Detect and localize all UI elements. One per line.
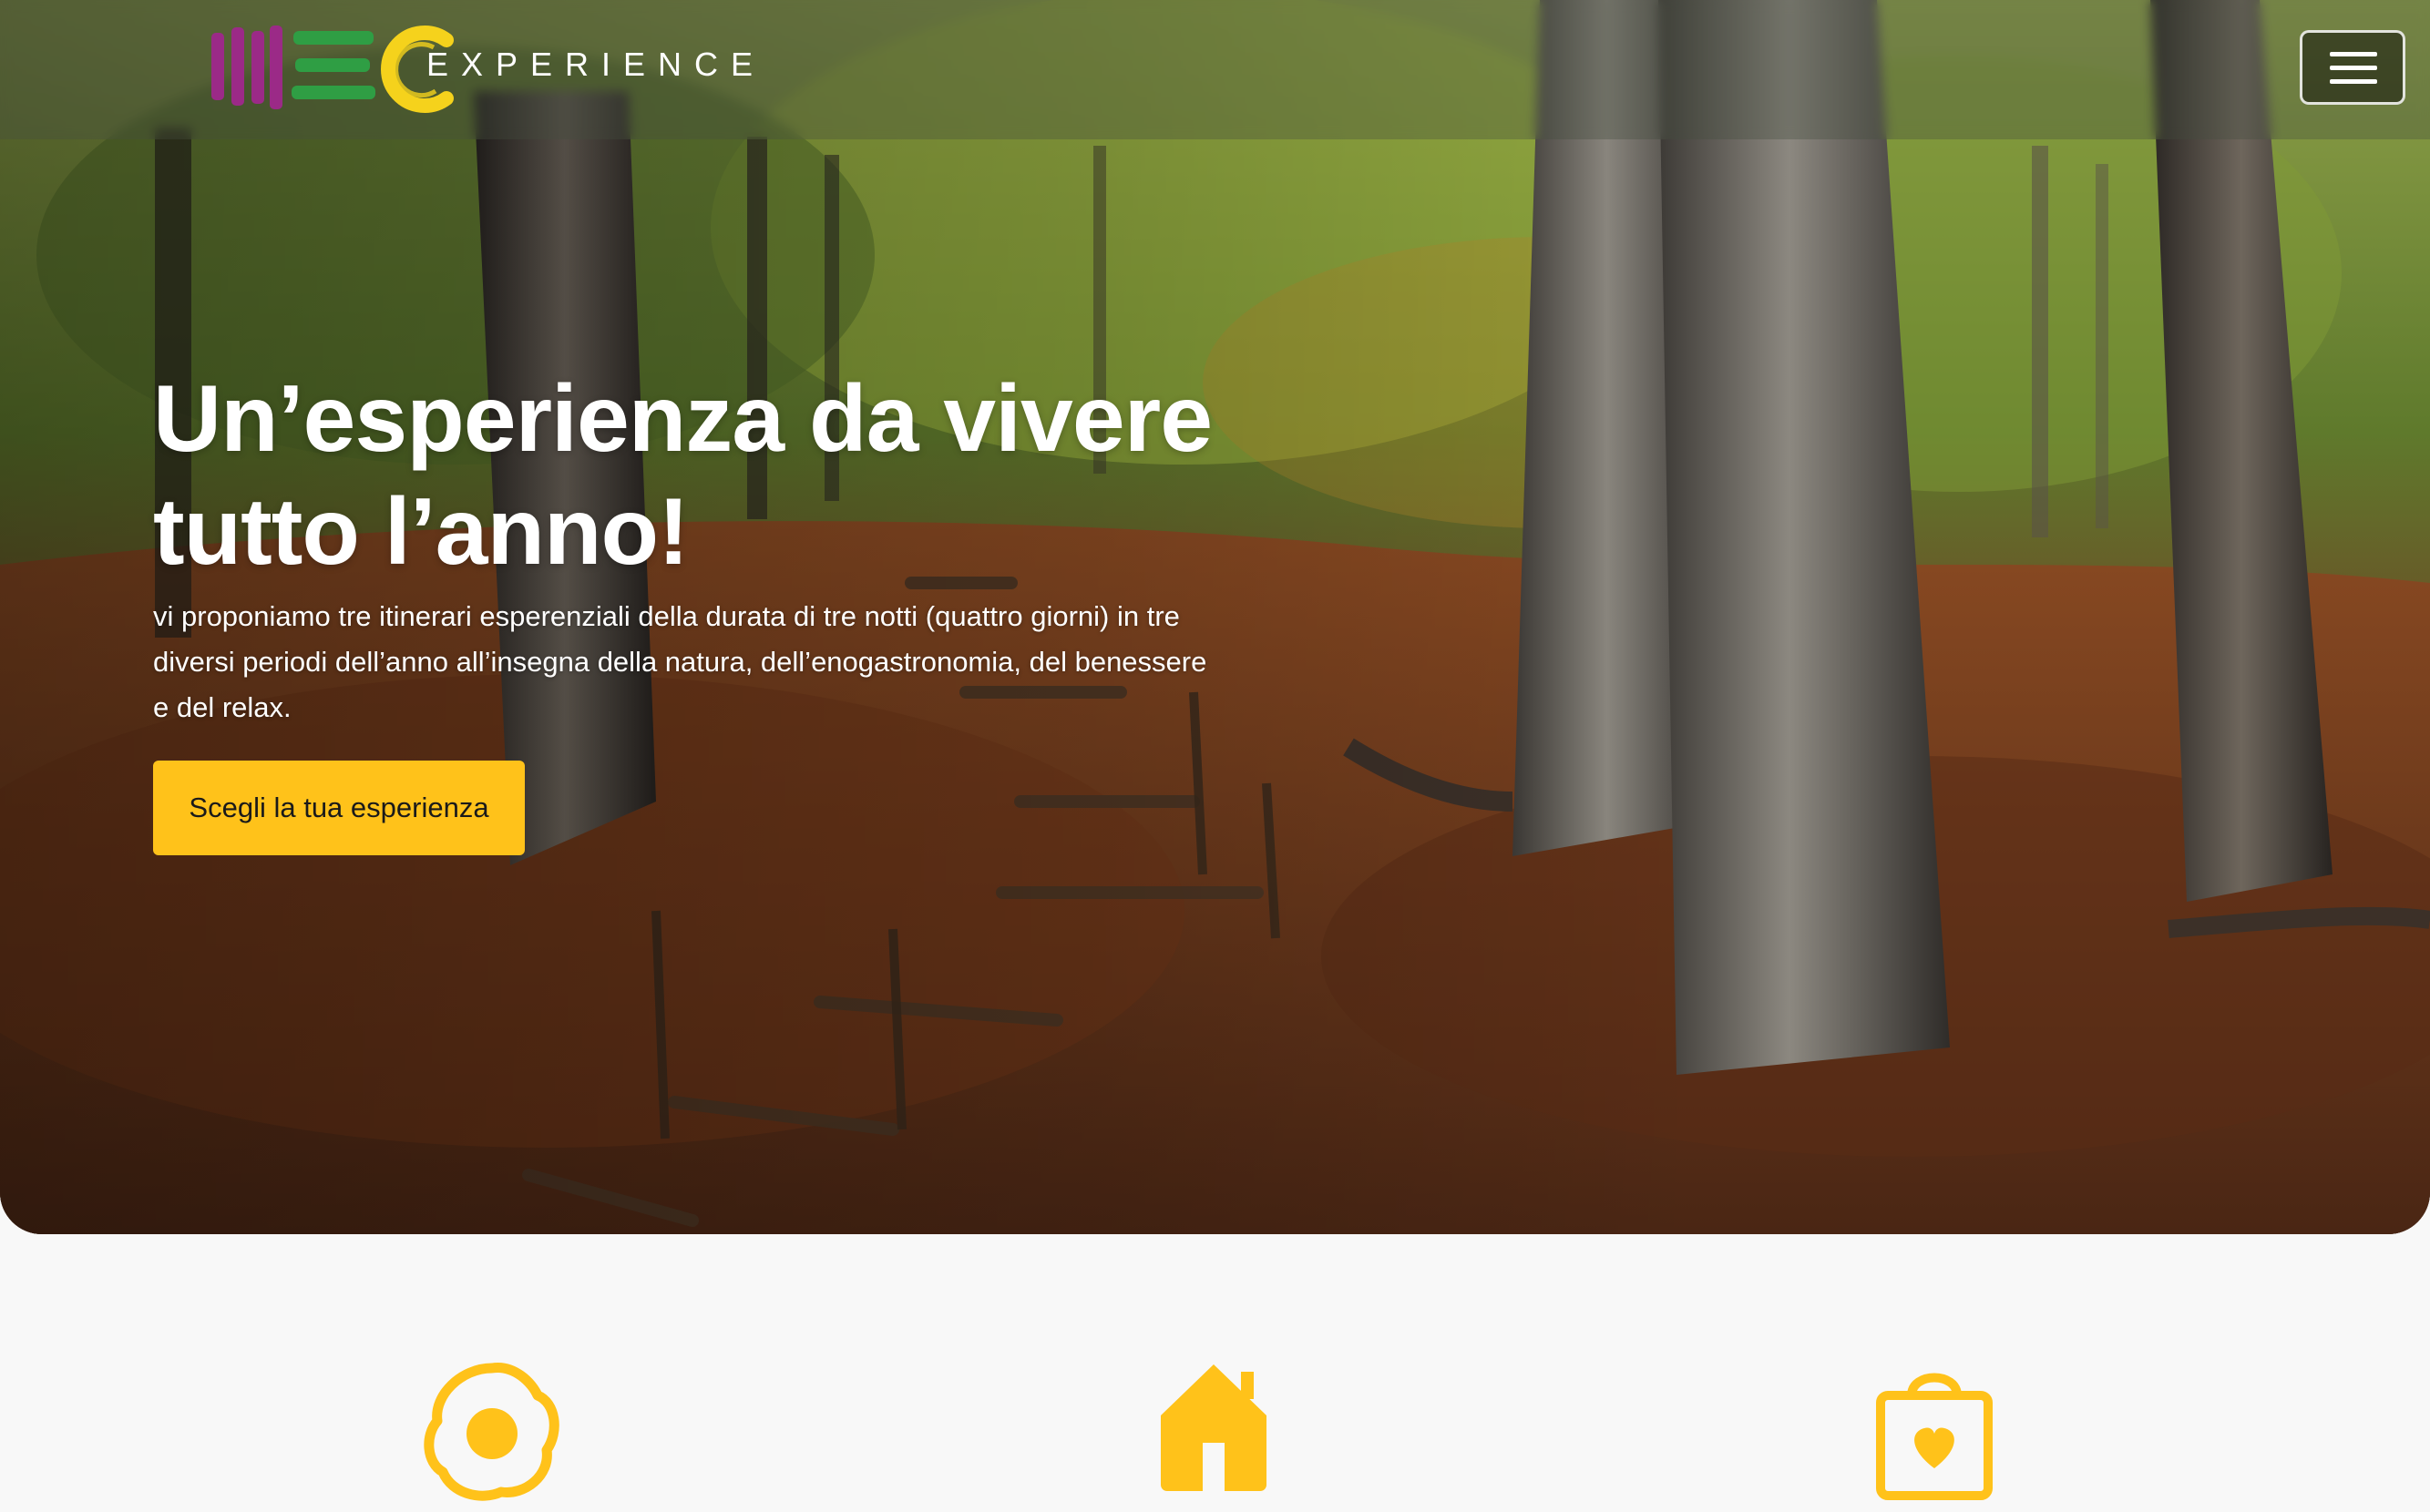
choose-experience-button[interactable]: Scegli la tua esperienza — [153, 761, 525, 855]
navbar: EXPERIENCE — [0, 0, 2430, 139]
hero-title-line-1: Un’esperienza da vivere — [153, 366, 1213, 472]
fried-egg-icon — [424, 1363, 559, 1501]
house-icon — [1161, 1364, 1266, 1491]
hero-section: EXPERIENCE Un’esperienza da vivere tutto… — [0, 0, 2430, 1234]
logo-text: EXPERIENCE — [426, 46, 766, 83]
hero-title: Un’esperienza da vivere tutto l’anno! — [153, 363, 1429, 588]
page: EXPERIENCE Un’esperienza da vivere tutto… — [0, 0, 2430, 1512]
hamburger-menu-button[interactable] — [2300, 30, 2405, 105]
hero-title-line-2: tutto l’anno! — [153, 479, 690, 585]
shopping-bag-heart-icon — [1876, 1373, 1993, 1500]
hero-subtitle: vi proponiamo tre itinerari esperenziali… — [153, 600, 1207, 723]
